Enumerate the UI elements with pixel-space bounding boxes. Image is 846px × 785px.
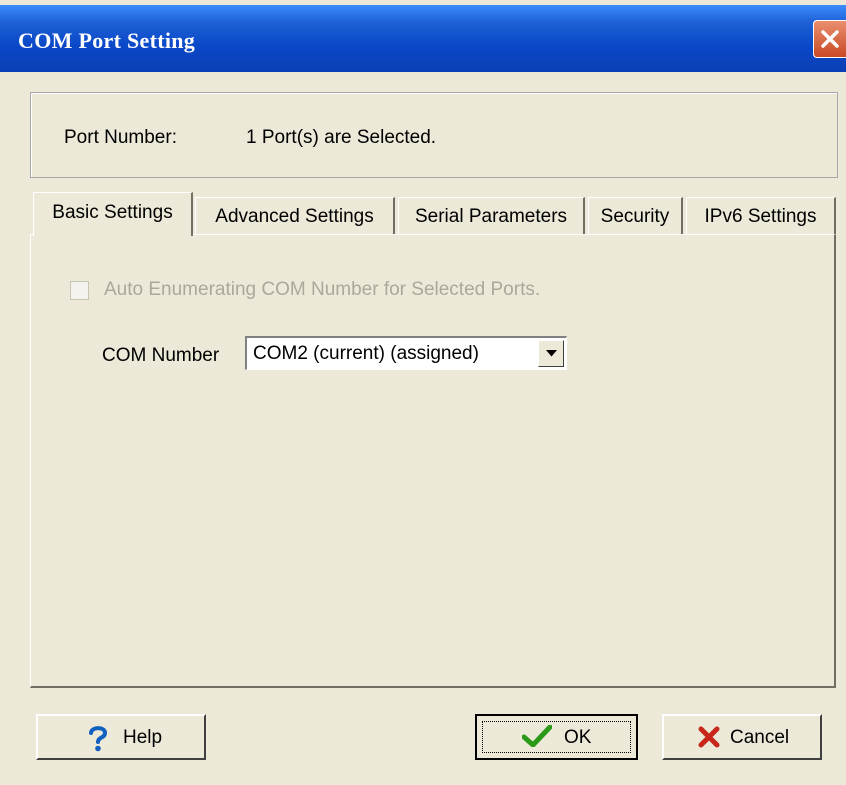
tab-ipv6-settings[interactable]: IPv6 Settings (686, 197, 836, 234)
basic-settings-panel: Auto Enumerating COM Number for Selected… (30, 234, 836, 688)
cancel-button[interactable]: Cancel (662, 714, 822, 760)
port-number-label: Port Number: (64, 127, 177, 148)
chevron-down-icon (546, 350, 557, 357)
ok-button-label: OK (564, 727, 592, 748)
x-icon (698, 726, 720, 748)
com-number-dropdown-button[interactable] (538, 340, 564, 367)
window-title: COM Port Setting (18, 28, 196, 53)
tab-basic-settings[interactable]: Basic Settings (33, 192, 193, 236)
com-number-label: COM Number (102, 345, 220, 366)
port-number-value: 1 Port(s) are Selected. (246, 127, 437, 148)
tab-label: IPv6 Settings (704, 206, 817, 227)
tab-label: Basic Settings (52, 202, 173, 223)
auto-enumerate-checkbox (70, 281, 89, 300)
close-button[interactable] (813, 20, 846, 58)
title-bar[interactable]: COM Port Setting (0, 5, 846, 72)
tab-label: Advanced Settings (215, 206, 374, 227)
port-info-panel: Port Number: 1 Port(s) are Selected. (30, 92, 838, 178)
com-number-value: COM2 (current) (assigned) (253, 343, 479, 364)
tab-label: Serial Parameters (414, 206, 568, 227)
tab-advanced-settings[interactable]: Advanced Settings (195, 197, 395, 234)
help-button[interactable]: Help (36, 714, 206, 760)
close-icon (821, 30, 839, 48)
focus-rectangle (482, 721, 631, 753)
tab-serial-parameters[interactable]: Serial Parameters (398, 197, 585, 234)
help-button-label: Help (123, 727, 163, 748)
com-port-setting-dialog: COM Port Setting Port Number: 1 Port(s) … (0, 0, 846, 785)
cancel-button-label: Cancel (730, 727, 790, 748)
ok-button[interactable]: OK (475, 714, 638, 760)
tab-label: Security (600, 206, 670, 227)
com-number-select[interactable]: COM2 (current) (assigned) (245, 336, 567, 370)
tab-security[interactable]: Security (588, 197, 683, 234)
auto-enumerate-label: Auto Enumerating COM Number for Selected… (104, 279, 541, 300)
checkmark-icon (522, 725, 552, 747)
question-icon (89, 726, 108, 752)
